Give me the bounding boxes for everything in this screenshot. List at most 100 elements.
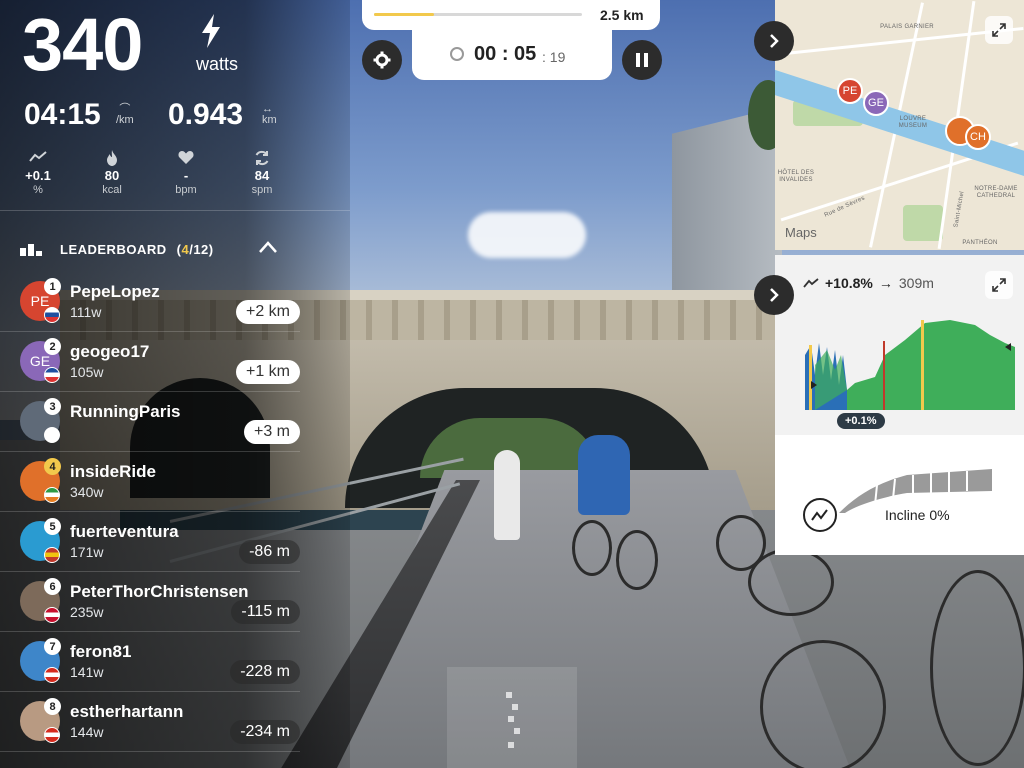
runner-shoe-icon: [44, 427, 60, 443]
elevation-profile-fill: [847, 320, 1015, 410]
upcoming-distance: 309m: [898, 275, 934, 291]
pause-icon: [636, 53, 648, 67]
flag-icon: [44, 307, 60, 323]
athlete-power: 235w: [70, 604, 104, 620]
stat-heart-rate-value: -: [183, 168, 189, 183]
timer-fraction-separator: :: [542, 49, 546, 65]
stat-cadence-unit: spm: [251, 184, 273, 196]
power-unit: watts: [196, 54, 239, 74]
map-label: Saint-Michel: [953, 190, 966, 228]
leaderboard-row-current[interactable]: 4 insideRide 340w: [0, 452, 300, 512]
chevron-right-icon: [770, 288, 779, 302]
rank-badge: 8: [44, 698, 61, 715]
timer-main: 00 : 05: [474, 43, 536, 66]
map-panel[interactable]: PALAIS GARNIER LOUVRE MUSEUM HÔTEL DES I…: [775, 0, 1024, 250]
leaderboard-header: LEADERBOARD (4/12): [20, 242, 214, 257]
flag-icon: [44, 727, 60, 743]
cadence-icon: [232, 150, 292, 166]
stat-heart-rate: - bpm: [156, 150, 216, 196]
rank-badge: 6: [44, 578, 61, 595]
route-dot: [508, 716, 514, 722]
leaderboard-row[interactable]: 8 estherhartann 144w -234 m: [0, 692, 300, 752]
rank-badge: 5: [44, 518, 61, 535]
stat-calories: 80 kcal: [82, 150, 142, 196]
elevation-header: +10.8% → 309m: [803, 275, 934, 291]
leaderboard-icon: [20, 243, 44, 256]
map-park: [903, 205, 943, 241]
chevron-up-icon[interactable]: [258, 240, 278, 254]
leaderboard-count: (4/12): [177, 242, 214, 257]
athlete-power: 144w: [70, 724, 104, 740]
flag-icon: [44, 607, 60, 623]
map-label: PALAIS GARNIER: [880, 24, 934, 30]
divider: [0, 210, 350, 211]
athlete-power: 340w: [70, 484, 104, 500]
rank-badge: 2: [44, 338, 61, 355]
rank-badge: 3: [44, 398, 61, 415]
collapse-map-button[interactable]: [754, 21, 794, 61]
collapse-elevation-button[interactable]: [754, 275, 794, 315]
bike-wheel: [572, 520, 612, 576]
bolt-icon: [202, 14, 220, 48]
map-label: LOUVRE MUSEUM: [898, 116, 928, 129]
leaderboard-row[interactable]: 7 feron81 141w -228 m: [0, 632, 300, 692]
bike-wheel: [748, 548, 834, 616]
timer-fraction-value: 19: [549, 49, 566, 65]
leaderboard-row[interactable]: GE 2 geogeo17 105w +1 km: [0, 332, 300, 392]
stat-calories-unit: kcal: [102, 184, 122, 196]
gear-icon: [373, 51, 391, 69]
settings-button[interactable]: [362, 40, 402, 80]
gap-badge: -115 m: [231, 600, 300, 624]
bike-wheel: [616, 530, 658, 590]
rank-badge: 1: [44, 278, 61, 295]
elevation-profile: [805, 320, 1015, 410]
flame-icon: [82, 150, 142, 166]
pause-button[interactable]: [622, 40, 662, 80]
cyclist: [578, 435, 630, 515]
gap-badge: +1 km: [235, 360, 300, 384]
current-incline-badge: +0.1%: [837, 413, 885, 429]
maps-brand: Maps: [785, 225, 817, 240]
athlete-power: 111w: [70, 304, 102, 320]
leaderboard-row[interactable]: 6 PeterThorChristensen 235w -115 m: [0, 572, 300, 632]
incline-indicator-icon: [803, 498, 837, 532]
pedestrian: [494, 450, 520, 540]
rank-badge: 4: [44, 458, 61, 475]
athlete-name: PepeLopez: [70, 282, 160, 301]
athlete-name: insideRide: [70, 462, 156, 481]
leaderboard-row[interactable]: 5 fuerteventura 171w -86 m: [0, 512, 300, 572]
maps-attribution: Maps: [785, 225, 817, 240]
stat-cadence: 84 spm: [232, 150, 292, 196]
incline-label: Incline 0%: [885, 507, 950, 523]
expand-map-button[interactable]: [985, 16, 1013, 44]
athlete-name: fuerteventura: [70, 522, 179, 541]
pace-unit: ⌒ /km: [116, 104, 134, 126]
athlete-name: geogeo17: [70, 342, 150, 361]
stat-incline-value: +0.1: [25, 168, 51, 183]
leaderboard-title: LEADERBOARD: [60, 242, 167, 257]
athlete-power: 105w: [70, 364, 104, 380]
elevation-marker: [921, 320, 924, 410]
timer-separator: :: [501, 43, 509, 65]
leaderboard-row[interactable]: 3 RunningParis +3 m: [0, 392, 300, 452]
route-dot: [514, 728, 520, 734]
route-progress: 2.5 km: [362, 0, 660, 30]
athlete-name: estherhartann: [70, 702, 184, 721]
expand-icon: [992, 23, 1006, 37]
distance-value: 0.943: [168, 98, 244, 131]
chevron-right-icon: [770, 34, 779, 48]
clock-icon: [450, 47, 464, 61]
map-label: PANTHÉON: [962, 240, 998, 246]
incline-icon: [8, 150, 68, 166]
power-value: 340: [22, 3, 143, 86]
flag-icon: [44, 667, 60, 683]
elevation-marker-segment: [883, 341, 885, 410]
flag-icon: [44, 547, 60, 563]
athlete-name: PeterThorChristensen: [70, 582, 249, 601]
leaderboard-list: PE 1 PepeLopez 111w +2 km GE 2 geogeo17 …: [0, 272, 300, 752]
leaderboard-row[interactable]: PE 1 PepeLopez 111w +2 km: [0, 272, 300, 332]
map-pin: GE: [863, 90, 889, 116]
bike-wheel: [930, 570, 1024, 766]
heart-icon: [156, 150, 216, 166]
distance-unit-label: km: [262, 114, 277, 126]
